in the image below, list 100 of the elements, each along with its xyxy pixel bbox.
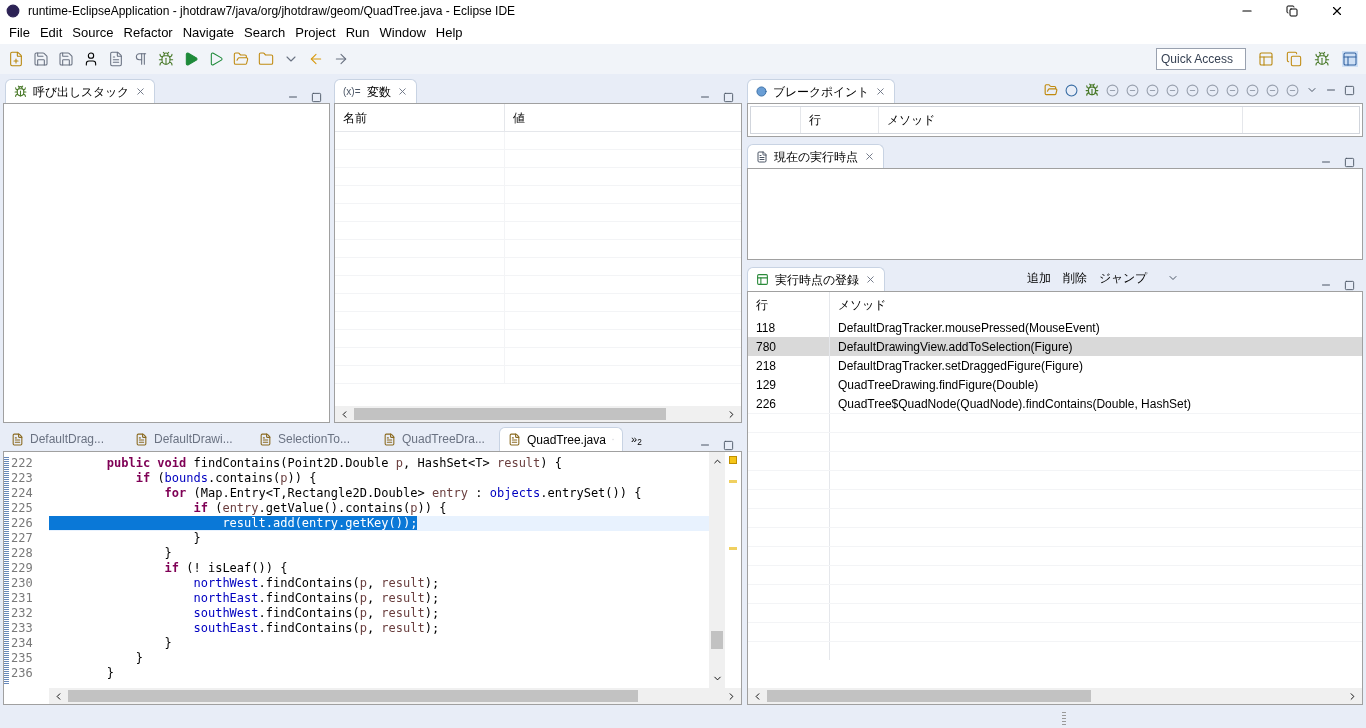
maximize-icon[interactable] (311, 91, 322, 103)
variables-icon-text: (x)= (343, 85, 361, 99)
run-icon[interactable] (183, 51, 199, 67)
menu-item[interactable]: Search (239, 23, 291, 43)
occurrence-marker-icon[interactable] (729, 547, 737, 550)
forward-icon[interactable] (333, 51, 349, 67)
column-header[interactable]: メソッド (879, 107, 1243, 133)
tab-label: QuadTreeDra... (402, 431, 485, 448)
scrollbar-thumb[interactable] (711, 631, 723, 649)
tab-label: DefaultDrag... (30, 431, 105, 448)
scrollbar-thumb[interactable] (354, 408, 666, 420)
back-icon[interactable] (308, 51, 324, 67)
view-tab[interactable]: ブレークポイント (747, 79, 895, 103)
menu-item[interactable]: Edit (34, 23, 68, 43)
line-number: 229 (10, 561, 34, 576)
warning-marker-icon[interactable] (729, 456, 737, 464)
view-tab[interactable]: 現在の実行時点 (747, 144, 884, 168)
debug-perspective-icon[interactable] (1314, 51, 1330, 67)
column-header[interactable]: 名前 (335, 104, 505, 131)
view-tab[interactable]: (x)= 変数 (334, 79, 417, 103)
menu-item[interactable]: Window (374, 23, 431, 43)
maximize-icon[interactable] (723, 439, 734, 451)
code-line: } (163, 546, 172, 560)
view-title: 呼び出しスタック (33, 83, 129, 101)
view-tab[interactable]: 呼び出しスタック (5, 79, 155, 103)
line-number: 231 (10, 591, 34, 606)
restore-window-icon[interactable] (1286, 5, 1298, 17)
person-icon[interactable] (83, 51, 99, 67)
occurrence-marker-icon[interactable] (729, 480, 737, 483)
save-all-icon[interactable] (58, 51, 74, 67)
code-line: northWest.findContains(p, result); (192, 576, 440, 590)
folder-icon[interactable] (258, 51, 274, 67)
line-number: 222 (10, 456, 34, 471)
column-header[interactable]: メソッド (830, 292, 1362, 318)
editor-tab[interactable]: QuadTreeDra... (375, 427, 499, 451)
open-folder-icon[interactable] (233, 51, 249, 67)
new-file-icon[interactable] (8, 51, 24, 67)
line-number: 224 (10, 486, 34, 501)
view-tab[interactable]: 実行時点の登録 (747, 267, 885, 291)
line-number: 233 (10, 621, 34, 636)
menu-item[interactable]: Navigate (177, 23, 239, 43)
vertical-scrollbar[interactable] (709, 452, 725, 688)
debug-icon[interactable] (1085, 83, 1099, 97)
horizontal-scrollbar[interactable] (335, 406, 741, 422)
menu-item[interactable]: Run (340, 23, 375, 43)
editor-tab[interactable]: DefaultDrag... (3, 427, 127, 451)
line-number: 225 (10, 501, 34, 516)
method-cell-text: DefaultDragTracker.setDraggedFigure(Figure) (837, 357, 1084, 375)
maximize-icon[interactable] (1344, 279, 1355, 291)
line-number: 230 (10, 576, 34, 591)
method-cell-text: QuadTreeDrawing.findFigure(Double) (837, 376, 1040, 394)
line-number: 223 (10, 471, 34, 486)
menu-item[interactable]: Project (290, 23, 341, 43)
line-number: 228 (10, 546, 34, 561)
debug-icon[interactable] (158, 51, 174, 67)
code-line: } (192, 531, 201, 545)
layout-icon[interactable] (1342, 51, 1358, 67)
horizontal-scrollbar[interactable] (748, 688, 1362, 704)
menu-item[interactable]: Help (430, 23, 468, 43)
scrollbar-thumb[interactable] (767, 690, 1091, 702)
column-header[interactable]: 値 (505, 104, 741, 131)
breakpoint-icon (756, 86, 767, 97)
maximize-icon[interactable] (1344, 84, 1355, 96)
editor-tab[interactable]: QuadTree.java (499, 427, 623, 451)
more-tabs-count[interactable]: »$_{2}$ (631, 430, 642, 448)
save-icon[interactable] (33, 51, 49, 67)
code-line: southEast.findContains(p, result); (192, 621, 440, 635)
pilcrow-icon[interactable] (133, 51, 149, 67)
table-row[interactable]: 226 QuadTree$QuadNode(QuadNode).findContains(Double, HashSet) (748, 394, 1362, 413)
menu-item[interactable]: File (4, 23, 35, 43)
view-title: 現在の実行時点 (774, 148, 858, 166)
scrollbar-thumb[interactable] (68, 690, 638, 702)
breakpoints-icon[interactable] (1065, 83, 1078, 97)
maximize-icon[interactable] (1344, 156, 1355, 168)
document-icon[interactable] (108, 51, 124, 67)
table-row[interactable]: 129 QuadTreeDrawing.findFigure(Double) (748, 375, 1362, 394)
open-folder-icon[interactable] (1044, 83, 1058, 97)
table-row[interactable]: 780 DefaultDrawingView.addToSelection(Figure) (748, 337, 1362, 356)
line-cell: 780 (748, 337, 830, 356)
quick-access-field[interactable]: Quick Access (1156, 48, 1246, 70)
menu-item[interactable]: Source (67, 23, 119, 43)
table-row[interactable]: 218 DefaultDragTracker.setDraggedFigure(Figure) (748, 356, 1362, 375)
line-number: 227 (10, 531, 34, 546)
line-number: 236 (10, 666, 34, 681)
menu-item[interactable]: Refactor (118, 23, 178, 43)
column-header[interactable]: 行 (748, 292, 830, 318)
horizontal-scrollbar[interactable] (49, 688, 741, 704)
code-line: for (Map.Entry<T,Rectangle2D.Double> entry : objects.entrySet()) { (163, 486, 642, 500)
line-number: 234 (10, 636, 34, 651)
close-window-icon[interactable] (1330, 4, 1344, 18)
toolbar-button[interactable]: 追加 (1026, 269, 1051, 287)
line-cell: 129 (748, 375, 830, 394)
toolbar-button[interactable]: ジャンプ (1098, 269, 1147, 287)
editor-tab[interactable]: DefaultDrawi... (127, 427, 251, 451)
code-line: public void findContains(Point2D.Double p, HashSet<T> result) { (105, 456, 562, 470)
toolbar-button[interactable]: 削除 (1062, 269, 1087, 287)
bug-icon (14, 85, 27, 98)
column-header[interactable]: 行 (801, 107, 879, 133)
maximize-icon[interactable] (723, 91, 734, 103)
editor-tab[interactable]: SelectionTo... (251, 427, 375, 451)
